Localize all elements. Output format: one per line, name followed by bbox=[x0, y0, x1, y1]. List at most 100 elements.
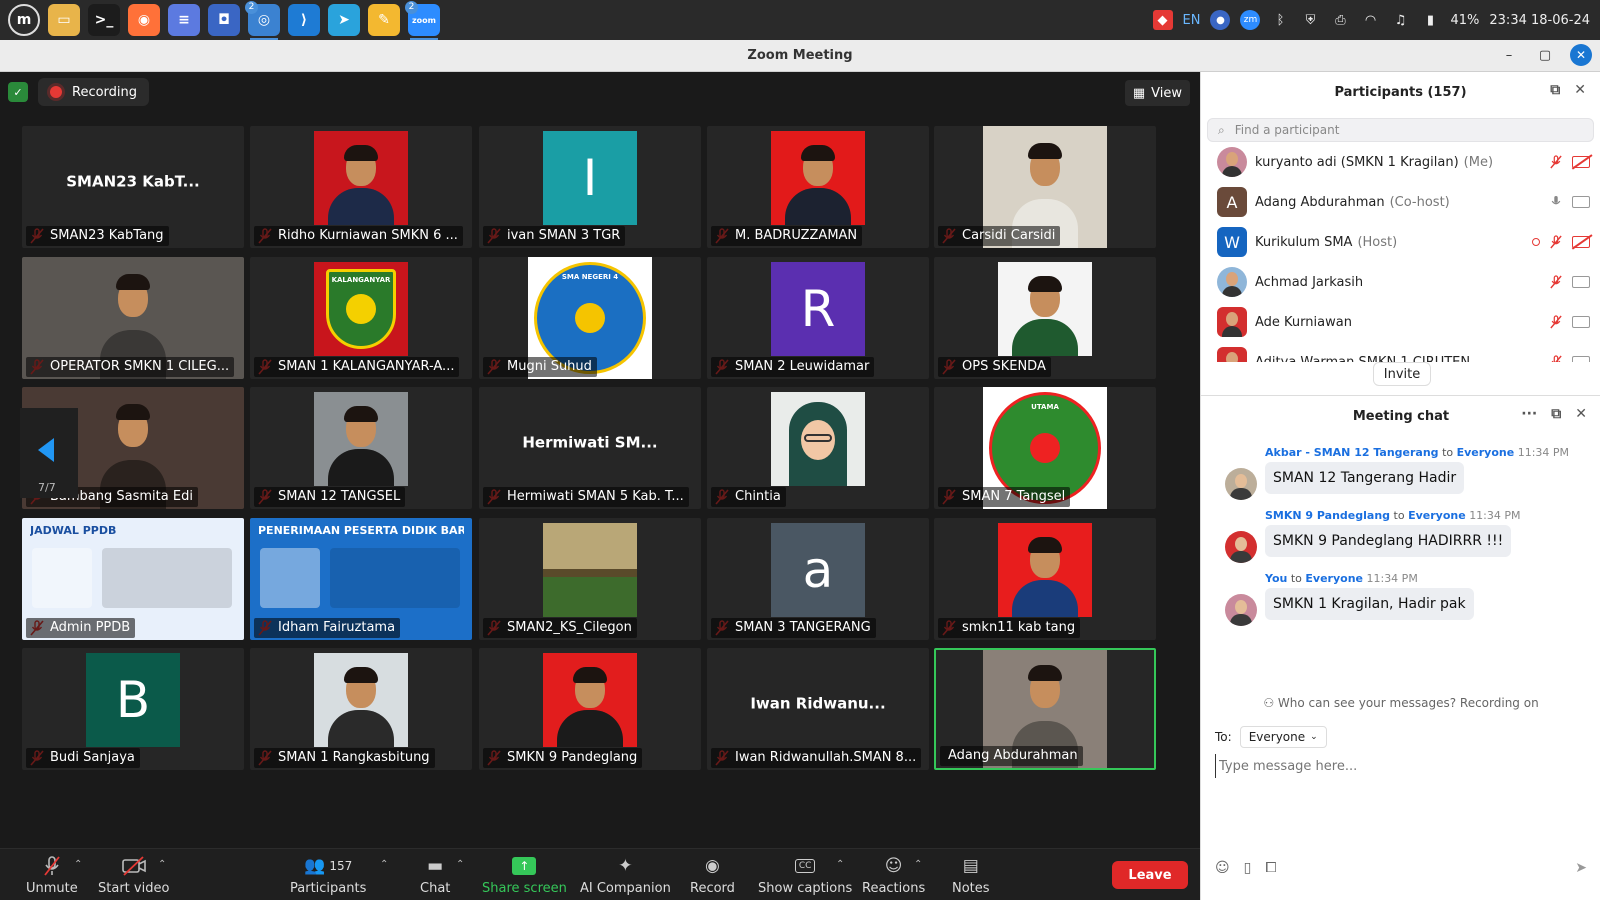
mic-muted-icon[interactable] bbox=[1550, 154, 1562, 170]
video-tile[interactable]: Adang Abdurahman bbox=[934, 648, 1156, 770]
video-tile[interactable]: SMAN 12 TANGSEL bbox=[250, 387, 472, 509]
notes-button[interactable]: ▤ Notes bbox=[952, 855, 990, 896]
close-panel-icon[interactable]: ✕ bbox=[1574, 82, 1586, 98]
video-off-icon[interactable] bbox=[1572, 236, 1590, 248]
file-icon[interactable]: ▯ bbox=[1244, 860, 1252, 876]
video-off-icon[interactable] bbox=[1572, 156, 1590, 168]
share-screen-button[interactable]: ↑ Share screen bbox=[482, 855, 567, 896]
screenshot-tool-icon[interactable]: ⧠ bbox=[1265, 860, 1276, 876]
chat-popout-icon[interactable]: ⧉ bbox=[1551, 406, 1561, 422]
chrome-icon[interactable]: ◎ 2 bbox=[245, 1, 280, 40]
notes-icon[interactable]: ✎ bbox=[368, 4, 400, 36]
clock[interactable]: 23:34 18-06-24 bbox=[1489, 13, 1590, 28]
popout-icon[interactable]: ⧉ bbox=[1550, 82, 1560, 98]
mic-muted-icon[interactable] bbox=[1550, 274, 1562, 290]
video-tile[interactable]: Ridho Kurniawan SMKN 6 ... bbox=[250, 126, 472, 248]
leave-button[interactable]: Leave bbox=[1112, 861, 1188, 889]
keyboard-language[interactable]: EN bbox=[1183, 13, 1201, 28]
printer-icon[interactable]: ⎙ bbox=[1330, 10, 1350, 30]
audio-options-caret-icon[interactable]: ⌃ bbox=[74, 859, 82, 870]
more-options-icon[interactable]: ··· bbox=[1521, 406, 1537, 422]
video-tile[interactable]: Hermiwati SM... Hermiwati SMAN 5 Kab. T..… bbox=[479, 387, 701, 509]
previous-page-button[interactable]: 7/7 bbox=[20, 408, 78, 498]
participant-row[interactable]: W Kurikulum SMA (Host) bbox=[1201, 222, 1600, 262]
browser-icon[interactable]: ◉ bbox=[128, 4, 160, 36]
video-tile[interactable]: OPERATOR SMKN 1 CILEG... bbox=[22, 257, 244, 379]
vscode-icon[interactable]: ⟩ bbox=[288, 4, 320, 36]
chat-caret-icon[interactable]: ⌃ bbox=[456, 859, 464, 870]
video-tile[interactable]: SMAN2_KS_Cilegon bbox=[479, 518, 701, 640]
bluetooth-icon[interactable]: ᛒ bbox=[1270, 10, 1290, 30]
video-tile[interactable]: KALANGANYAR SMAN 1 KALANGANYAR-A... bbox=[250, 257, 472, 379]
video-tile[interactable]: PENERIMAAN PESERTA DIDIK BARU Idham Fairu… bbox=[250, 518, 472, 640]
reactions-caret-icon[interactable]: ⌃ bbox=[914, 859, 922, 870]
files-icon[interactable]: ▭ bbox=[48, 4, 80, 36]
invite-button[interactable]: Invite bbox=[1373, 362, 1431, 386]
battery-icon[interactable]: ▮ bbox=[1420, 10, 1440, 30]
video-tile[interactable]: Chintia bbox=[707, 387, 929, 509]
recording-indicator[interactable]: Recording bbox=[38, 78, 150, 106]
participants-button[interactable]: 👥 157 Participants bbox=[290, 855, 366, 896]
participant-row[interactable]: Achmad Jarkasih bbox=[1201, 262, 1600, 302]
unmute-button[interactable]: Unmute bbox=[26, 855, 78, 896]
video-tile[interactable]: SMAN23 KabT... SMAN23 KabTang bbox=[22, 126, 244, 248]
anydesk-icon[interactable]: ◆ bbox=[1152, 10, 1173, 30]
maximize-icon[interactable]: ▢ bbox=[1534, 44, 1556, 66]
video-icon[interactable] bbox=[1572, 356, 1590, 362]
terminal-icon[interactable]: >_ bbox=[88, 4, 120, 36]
participant-search[interactable]: ⌕ Find a participant bbox=[1207, 118, 1594, 142]
message-input[interactable] bbox=[1215, 754, 1585, 778]
mint-menu-icon[interactable]: m bbox=[8, 4, 40, 36]
message-bubble[interactable]: SMAN 12 Tangerang Hadir bbox=[1265, 462, 1465, 494]
video-tile[interactable]: SMKN 9 Pandeglang bbox=[479, 648, 701, 770]
shield-tray-icon[interactable]: ⛨ bbox=[1300, 10, 1320, 30]
video-tile[interactable]: SMA NEGERI 4 Mugni Suhud bbox=[479, 257, 701, 379]
participant-row[interactable]: A Adang Abdurahman (Co-host) bbox=[1201, 182, 1600, 222]
video-tile[interactable]: UTAMA SMAN 7 Tangsel bbox=[934, 387, 1156, 509]
video-tile[interactable]: JADWAL PPDB Admin PPDB bbox=[22, 518, 244, 640]
video-tile[interactable]: Carsidi Carsidi bbox=[934, 126, 1156, 248]
video-options-caret-icon[interactable]: ⌃ bbox=[158, 859, 166, 870]
ai-companion-button[interactable]: ✦ AI Companion bbox=[580, 855, 671, 896]
screenshot-icon[interactable]: ◘ bbox=[208, 4, 240, 36]
mic-icon[interactable] bbox=[1550, 194, 1562, 210]
mic-muted-icon[interactable] bbox=[1550, 354, 1562, 362]
participant-row[interactable]: Ade Kurniawan bbox=[1201, 302, 1600, 342]
video-tile[interactable]: Iwan Ridwanu... Iwan Ridwanullah.SMAN 8..… bbox=[707, 648, 929, 770]
zoom-app-icon[interactable]: zoom 2 bbox=[405, 1, 440, 40]
music-icon[interactable]: ♫ bbox=[1390, 10, 1410, 30]
close-window-icon[interactable]: ✕ bbox=[1570, 44, 1592, 66]
video-tile[interactable]: smkn11 kab tang bbox=[934, 518, 1156, 640]
emoji-icon[interactable]: ☺ bbox=[1215, 860, 1230, 876]
video-icon[interactable] bbox=[1572, 316, 1590, 328]
telegram-icon[interactable]: ➤ bbox=[328, 4, 360, 36]
video-tile[interactable]: B Budi Sanjaya bbox=[22, 648, 244, 770]
video-tile[interactable]: SMAN 1 Rangkasbitung bbox=[250, 648, 472, 770]
chat-close-icon[interactable]: ✕ bbox=[1575, 406, 1587, 422]
sender-name[interactable]: You bbox=[1265, 572, 1287, 585]
recipient-select[interactable]: Everyone ⌄ bbox=[1239, 726, 1327, 748]
view-button[interactable]: ▦ View bbox=[1124, 80, 1190, 106]
video-tile[interactable]: Iivan SMAN 3 TGR bbox=[479, 126, 701, 248]
participant-row[interactable]: Aditya Warman SMKN 1 CIRUTEN bbox=[1201, 342, 1600, 362]
participant-row[interactable]: kuryanto adi (SMKN 1 Kragilan) (Me) bbox=[1201, 142, 1600, 182]
wifi-icon[interactable]: ◠ bbox=[1360, 10, 1380, 30]
mic-muted-icon[interactable] bbox=[1550, 234, 1562, 250]
send-icon[interactable]: ➤ bbox=[1575, 860, 1587, 876]
captions-caret-icon[interactable]: ⌃ bbox=[836, 859, 844, 870]
video-tile[interactable]: OPS SKENDA bbox=[934, 257, 1156, 379]
sender-name[interactable]: Akbar - SMAN 12 Tangerang bbox=[1265, 446, 1439, 459]
privacy-note[interactable]: ⚇ Who can see your messages? Recording o… bbox=[1201, 696, 1600, 710]
record-button[interactable]: ◉ Record bbox=[690, 855, 735, 896]
minimize-icon[interactable]: – bbox=[1498, 44, 1520, 66]
message-bubble[interactable]: SMKN 9 Pandeglang HADIRRR !!! bbox=[1265, 525, 1512, 557]
video-icon[interactable] bbox=[1572, 276, 1590, 288]
chat-button[interactable]: ▬ Chat bbox=[420, 855, 450, 896]
video-tile[interactable]: a SMAN 3 TANGERANG bbox=[707, 518, 929, 640]
participants-caret-icon[interactable]: ⌃ bbox=[380, 859, 388, 870]
chat-notify-icon[interactable]: ● bbox=[1210, 10, 1231, 30]
security-shield-icon[interactable]: ✓ bbox=[8, 82, 28, 102]
message-bubble[interactable]: SMKN 1 Kragilan, Hadir pak bbox=[1265, 588, 1474, 620]
video-tile[interactable]: M. BADRUZZAMAN bbox=[707, 126, 929, 248]
zoom-tray-icon[interactable]: zm bbox=[1240, 10, 1261, 30]
